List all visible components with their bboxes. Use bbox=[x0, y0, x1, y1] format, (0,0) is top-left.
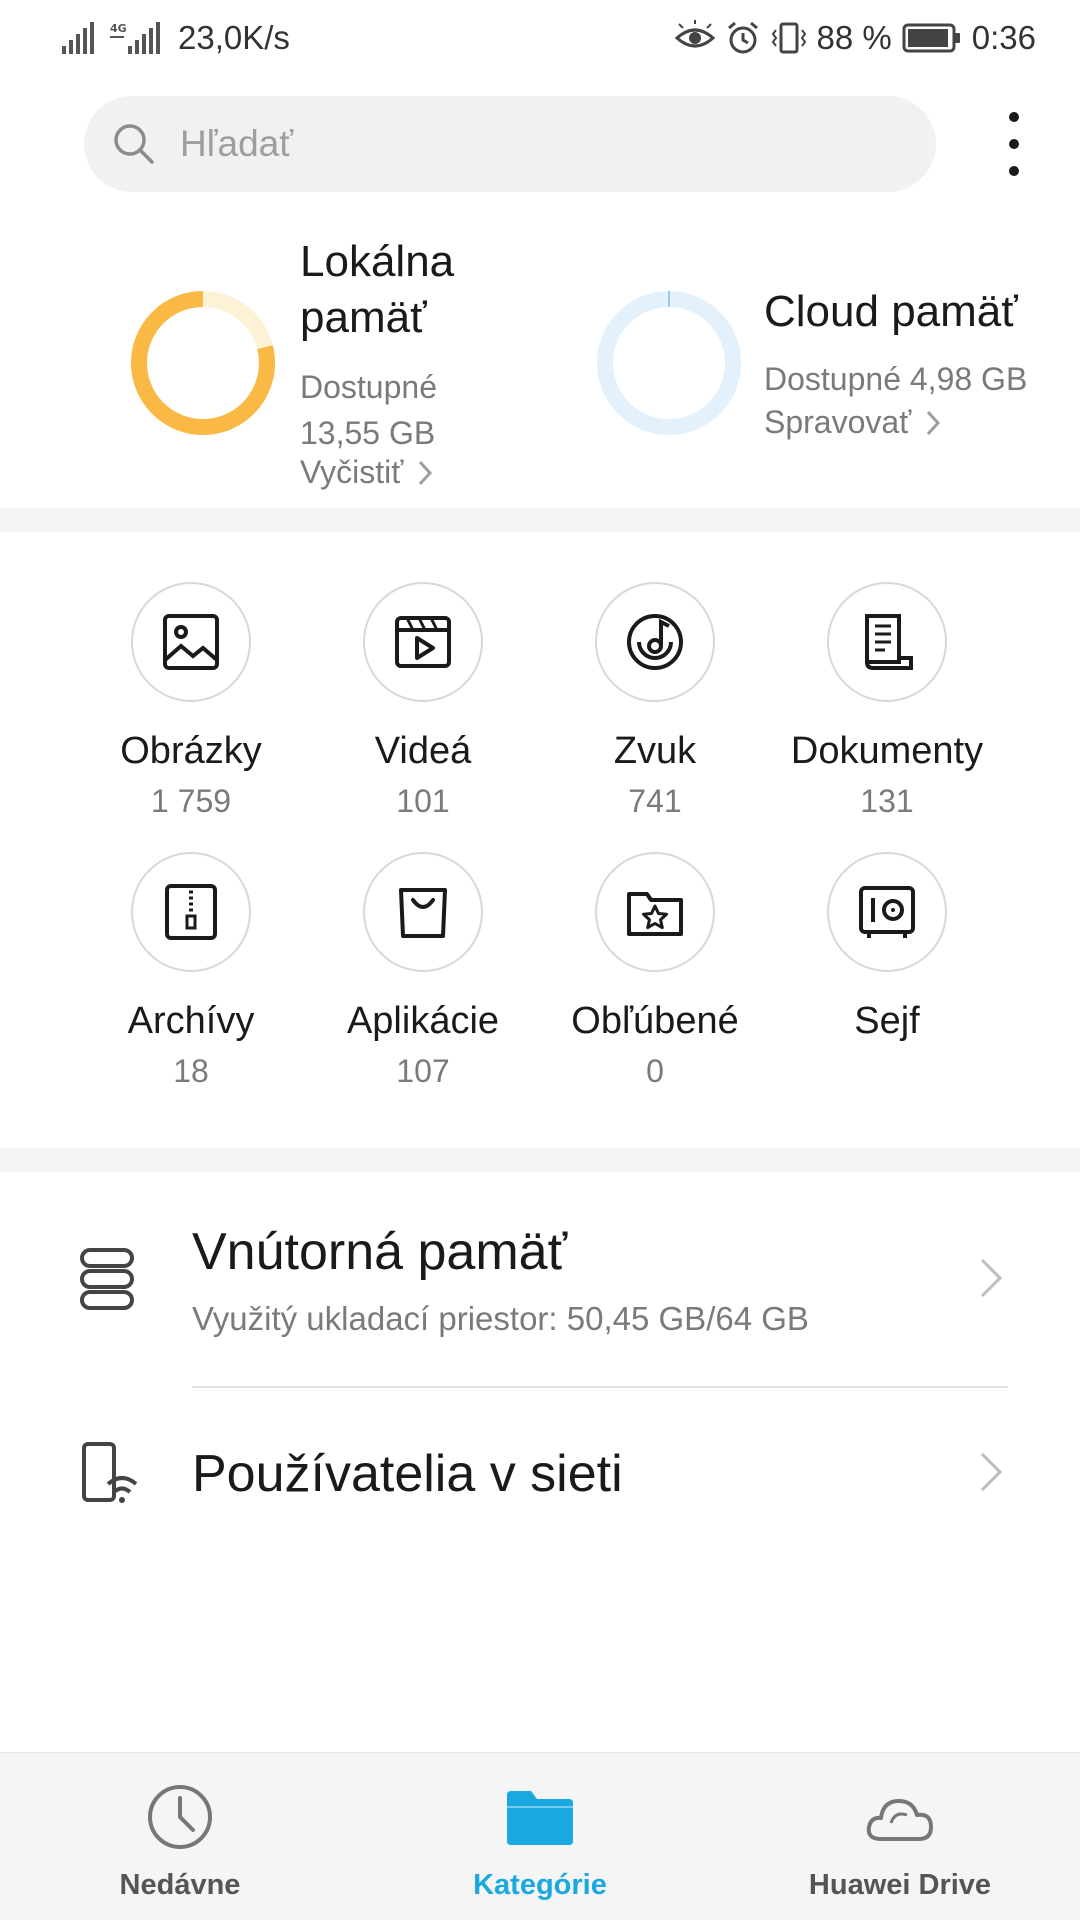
search-icon bbox=[114, 124, 154, 164]
category-label: Zvuk bbox=[613, 730, 697, 772]
manage-label: Spravovať bbox=[764, 404, 912, 440]
more-options-button[interactable] bbox=[996, 112, 1032, 176]
chevron-right-icon bbox=[927, 410, 941, 435]
nav-huawei-drive[interactable]: Huawei Drive bbox=[750, 1781, 1050, 1902]
vibrate-icon bbox=[771, 22, 806, 54]
category-videos[interactable]: Videá 101 bbox=[307, 582, 539, 820]
more-dot bbox=[1009, 112, 1019, 122]
signal-icon bbox=[62, 22, 94, 54]
category-icon-circle bbox=[363, 582, 483, 702]
category-label: Obľúbené bbox=[571, 1000, 739, 1042]
document-icon bbox=[865, 614, 913, 670]
chevron-right-icon bbox=[980, 1258, 1003, 1298]
category-icon-circle bbox=[363, 852, 483, 972]
app-bag-icon bbox=[399, 888, 447, 938]
eye-icon bbox=[674, 20, 715, 48]
category-icon-circle bbox=[827, 852, 947, 972]
network-speed: 23,0K/s bbox=[178, 19, 290, 56]
search-input[interactable] bbox=[180, 96, 900, 192]
nav-label: Kategórie bbox=[473, 1869, 607, 1901]
archive-icon bbox=[165, 884, 217, 940]
local-storage-available: Dostupné 13,55 GB bbox=[300, 369, 437, 451]
storage-drive-icon bbox=[80, 1248, 134, 1310]
category-favorites[interactable]: Obľúbené 0 bbox=[539, 852, 771, 1090]
category-documents[interactable]: Dokumenty 131 bbox=[771, 582, 1003, 820]
category-label: Aplikácie bbox=[346, 1000, 500, 1042]
category-count: 741 bbox=[628, 783, 682, 819]
more-dot bbox=[1009, 166, 1019, 176]
safe-icon bbox=[859, 886, 915, 938]
category-icon-circle bbox=[131, 582, 251, 702]
internal-storage-usage: Využitý ukladací priestor: 50,45 GB/64 G… bbox=[192, 1300, 809, 1337]
category-images[interactable]: Obrázky 1 759 bbox=[75, 582, 307, 820]
battery-icon bbox=[902, 23, 960, 53]
nav-recent[interactable]: Nedávne bbox=[30, 1781, 330, 1902]
bottom-navigation: Nedávne Kategórie Huawei Drive bbox=[0, 1752, 1080, 1920]
audio-icon bbox=[627, 614, 683, 670]
clean-up-label: Vyčistiť bbox=[300, 454, 404, 490]
section-separator bbox=[0, 1148, 1080, 1172]
category-archives[interactable]: Archívy 18 bbox=[75, 852, 307, 1090]
category-count: 107 bbox=[396, 1053, 450, 1089]
category-label: Obrázky bbox=[120, 730, 262, 772]
cloud-storage-ring bbox=[597, 291, 741, 435]
clock-time: 0:36 bbox=[971, 19, 1036, 56]
signal-4g-icon: 4G bbox=[110, 22, 160, 54]
category-icon-circle bbox=[595, 852, 715, 972]
more-dot bbox=[1009, 139, 1019, 149]
category-apps[interactable]: Aplikácie 107 bbox=[307, 852, 539, 1090]
svg-text:4G: 4G bbox=[110, 22, 127, 35]
clean-up-link[interactable]: Vyčistiť bbox=[300, 454, 433, 491]
internal-storage-item[interactable]: Vnútorná pamäť Využitý ukladací priestor… bbox=[0, 1196, 1080, 1384]
category-count: 18 bbox=[173, 1053, 209, 1089]
chevron-right-icon bbox=[419, 460, 433, 485]
category-icon-circle bbox=[131, 852, 251, 972]
nav-categories[interactable]: Kategórie bbox=[390, 1781, 690, 1902]
cloud-storage-available: Dostupné 4,98 GB bbox=[764, 361, 1028, 397]
category-safe[interactable]: Sejf bbox=[771, 852, 1003, 1053]
cloud-storage-title: Cloud pamäť bbox=[764, 287, 1018, 336]
image-icon bbox=[163, 614, 219, 670]
category-audio[interactable]: Zvuk 741 bbox=[539, 582, 771, 820]
category-count: 1 759 bbox=[150, 783, 232, 819]
category-icon-circle bbox=[595, 582, 715, 702]
phone-wifi-icon bbox=[82, 1442, 138, 1503]
clock-icon bbox=[148, 1785, 212, 1849]
section-separator bbox=[0, 508, 1080, 532]
local-storage-ring bbox=[131, 291, 275, 435]
local-storage-title: Lokálna pamäť bbox=[300, 237, 455, 342]
cloud-icon bbox=[866, 1799, 933, 1841]
video-icon bbox=[395, 616, 451, 668]
folder-icon bbox=[507, 1791, 573, 1845]
category-label: Dokumenty bbox=[790, 730, 984, 772]
nav-label: Huawei Drive bbox=[808, 1869, 992, 1901]
category-label: Sejf bbox=[854, 1000, 920, 1042]
manage-link[interactable]: Spravovať bbox=[764, 404, 941, 441]
network-users-title: Používatelia v sieti bbox=[192, 1445, 623, 1503]
nav-label: Nedávne bbox=[119, 1869, 241, 1901]
category-label: Videá bbox=[374, 730, 472, 772]
battery-percent: 88 % bbox=[816, 19, 892, 56]
category-count: 131 bbox=[860, 783, 914, 819]
alarm-icon bbox=[727, 21, 758, 54]
status-bar: 4G 23,0K/s 88 % 0:36 bbox=[0, 0, 1080, 76]
category-count: 0 bbox=[646, 1053, 664, 1089]
favorite-folder-icon bbox=[627, 892, 683, 936]
list-divider bbox=[192, 1386, 1008, 1388]
internal-storage-title: Vnútorná pamäť bbox=[192, 1223, 568, 1281]
search-bar[interactable] bbox=[84, 96, 936, 192]
category-icon-circle bbox=[827, 582, 947, 702]
category-count: 101 bbox=[396, 783, 450, 819]
category-label: Archívy bbox=[127, 1000, 255, 1042]
chevron-right-icon bbox=[980, 1452, 1003, 1492]
network-users-item[interactable]: Používatelia v sieti bbox=[0, 1390, 1080, 1560]
